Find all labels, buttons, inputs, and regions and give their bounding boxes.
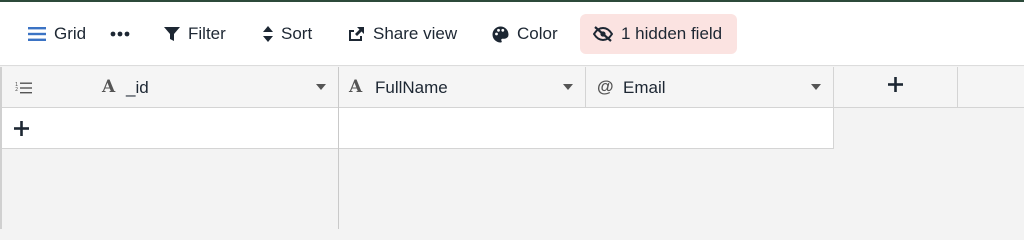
share-icon: [347, 26, 365, 42]
grid-view-button[interactable]: Grid: [28, 14, 86, 54]
eye-slash-icon: [593, 26, 613, 42]
share-view-label: Share view: [373, 24, 458, 43]
color-button[interactable]: Color: [492, 14, 558, 54]
column-header-fullname[interactable]: A FullName: [339, 67, 586, 108]
at-sign-icon: @: [597, 77, 614, 96]
filter-label: Filter: [188, 24, 226, 43]
plus-icon: [14, 121, 29, 141]
more-options-button[interactable]: [110, 14, 130, 54]
add-row-button[interactable]: [2, 108, 338, 149]
sort-icon: [263, 26, 273, 42]
hidden-fields-button[interactable]: 1 hidden field: [580, 14, 737, 54]
sort-label: Sort: [281, 24, 313, 43]
chevron-down-icon[interactable]: [316, 84, 326, 90]
add-column-button[interactable]: [834, 67, 958, 108]
list-icon: [28, 26, 46, 42]
plus-icon: [888, 77, 903, 97]
chevron-down-icon[interactable]: [563, 84, 573, 90]
new-row-cells[interactable]: [339, 108, 834, 149]
svg-text:2: 2: [15, 87, 18, 93]
ellipsis-icon: [110, 31, 130, 37]
filter-button[interactable]: Filter: [164, 14, 226, 54]
column-name: _id: [126, 78, 149, 97]
view-toolbar: Grid Filter Sort Share view Color 1 hidd…: [0, 2, 1024, 66]
sort-button[interactable]: Sort: [263, 14, 312, 54]
palette-icon: [492, 26, 509, 43]
column-name: FullName: [375, 78, 448, 97]
share-view-button[interactable]: Share view: [347, 14, 457, 54]
column-header-email[interactable]: @ Email: [586, 67, 834, 108]
text-type-icon: A: [349, 77, 363, 97]
text-type-icon: A: [102, 77, 116, 97]
column-name: Email: [623, 78, 666, 97]
row-numbers-icon: 12: [15, 80, 32, 100]
header-filler: [958, 67, 1024, 108]
grid-table: 12 A _id A FullName @ Email: [0, 67, 1024, 229]
color-label: Color: [517, 24, 558, 43]
column-header-id[interactable]: 12 A _id: [2, 67, 338, 108]
grid-view-label: Grid: [54, 24, 87, 43]
chevron-down-icon[interactable]: [811, 84, 821, 90]
hidden-fields-label: 1 hidden field: [621, 24, 723, 43]
filter-icon: [164, 26, 180, 42]
